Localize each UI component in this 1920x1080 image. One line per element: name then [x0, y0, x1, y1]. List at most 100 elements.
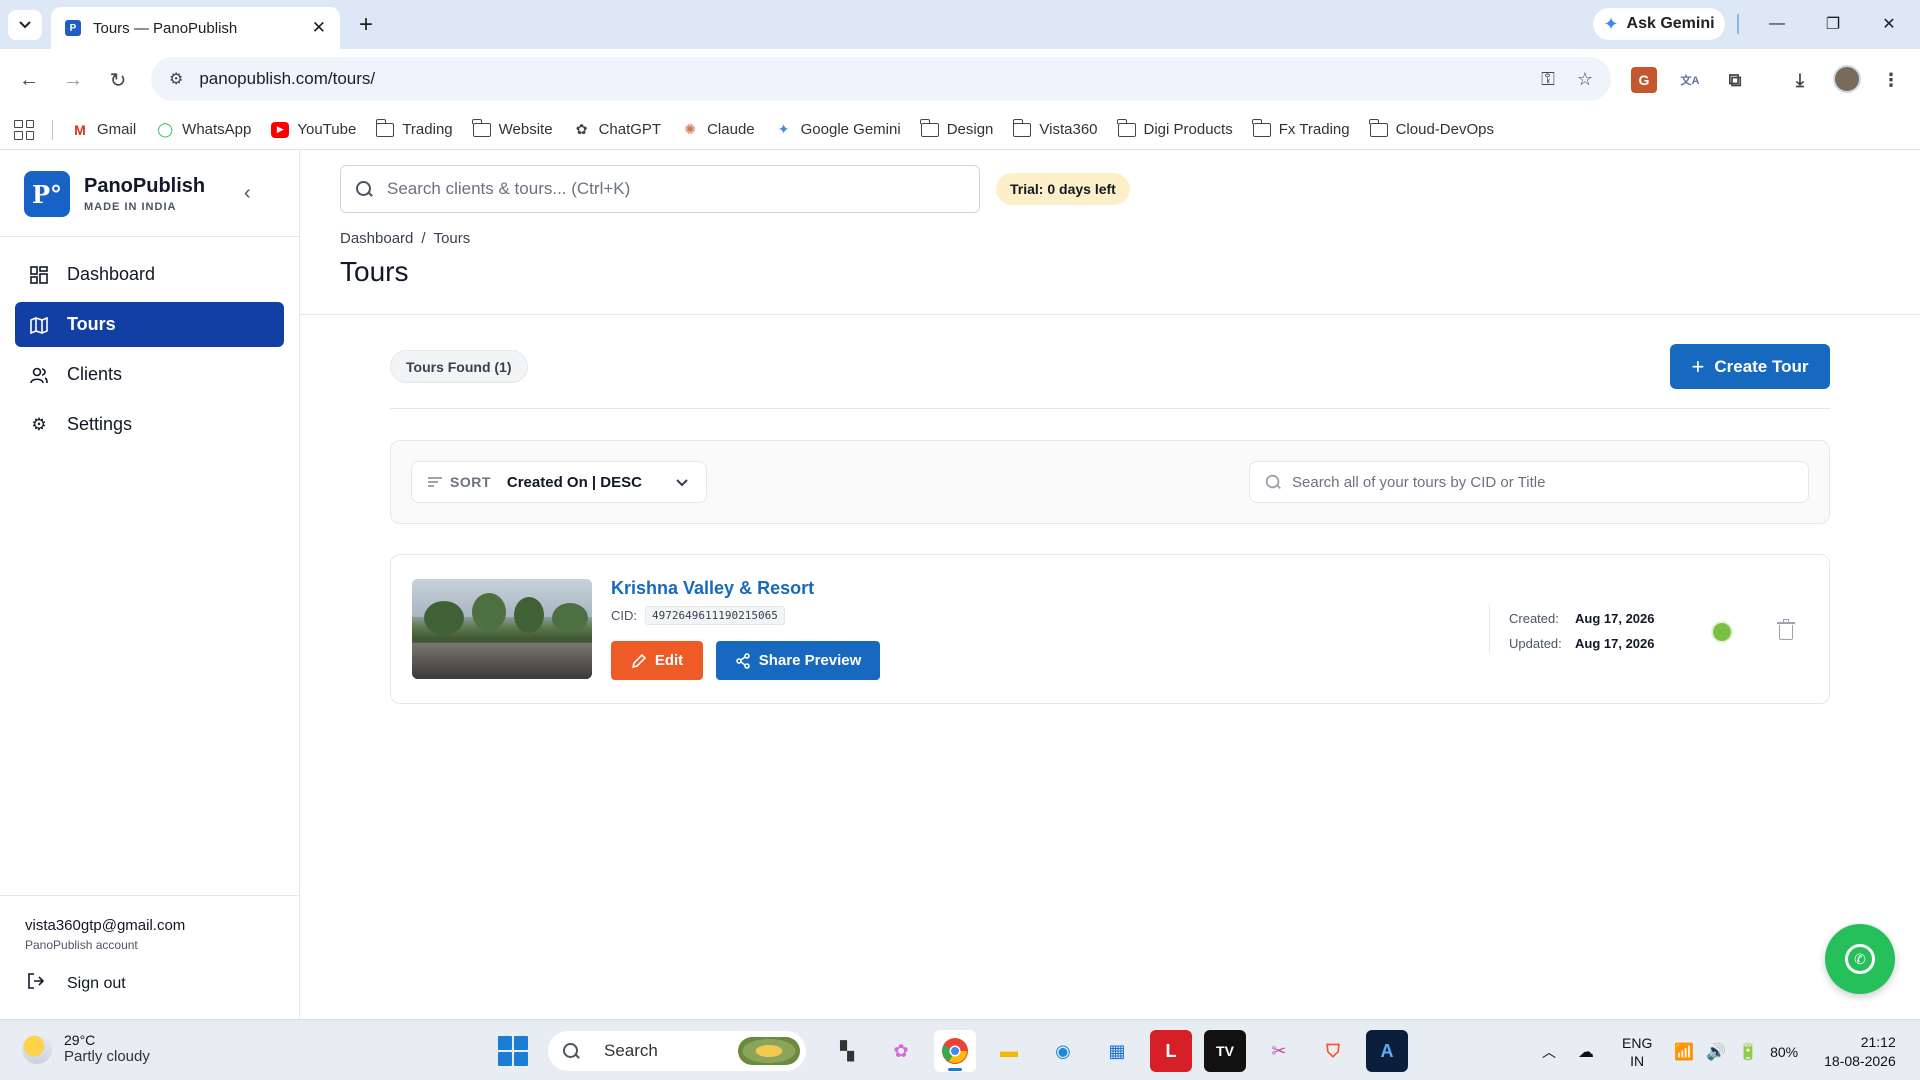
taskbar-search[interactable]: Search — [548, 1031, 806, 1071]
onedrive-status-icon[interactable]: ☁ — [1578, 1042, 1594, 1062]
tray-status[interactable]: 📶 🔊 🔋 80% — [1674, 1042, 1798, 1062]
browser-menu-icon[interactable]: ⋮ — [1878, 67, 1904, 93]
bookmark-folder-trading[interactable]: Trading — [375, 118, 453, 138]
share-preview-label: Share Preview — [758, 652, 862, 669]
app-sidebar: P° PanoPublish MADE IN INDIA ‹ Dashboard… — [0, 150, 300, 1019]
bookmark-folder-cloud-devops[interactable]: Cloud-DevOps — [1368, 118, 1494, 138]
collapse-sidebar-chevron-left-icon[interactable]: ‹ — [244, 182, 251, 205]
tour-title-link[interactable]: Krishna Valley & Resort — [611, 578, 814, 599]
close-window-button[interactable]: ✕ — [1867, 8, 1911, 40]
account-subtitle: PanoPublish account — [25, 938, 138, 952]
bookmark-whatsapp[interactable]: ◯ WhatsApp — [156, 121, 251, 138]
bookmark-folder-digi-products[interactable]: Digi Products — [1116, 118, 1233, 138]
profile-avatar[interactable] — [1833, 65, 1861, 93]
forward-button[interactable]: → — [56, 63, 90, 97]
weather-widget[interactable]: 29°C Partly cloudy — [22, 1032, 150, 1065]
windows-start-icon[interactable] — [498, 1036, 528, 1066]
apps-grid-icon[interactable] — [14, 119, 34, 140]
tour-cid: CID: 4972649611190215065 — [611, 606, 785, 625]
password-key-icon[interactable]: ⚿ — [1541, 69, 1555, 90]
language-indicator[interactable]: ENG IN — [1622, 1034, 1652, 1070]
global-search-input[interactable]: Search clients & tours... (Ctrl+K) — [340, 165, 980, 213]
whatsapp-icon: ✆ — [1845, 944, 1875, 974]
restore-window-button[interactable]: ❐ — [1811, 8, 1855, 40]
sidebar-item-settings[interactable]: ⚙ Settings — [15, 402, 284, 447]
bookmark-label: YouTube — [297, 121, 357, 138]
reload-button[interactable]: ↻ — [101, 63, 135, 97]
bookmark-folder-design[interactable]: Design — [919, 118, 993, 138]
task-view-icon[interactable]: ▚ — [826, 1030, 868, 1072]
speaker-icon: 🔊 — [1706, 1044, 1727, 1061]
grammarly-extension-icon[interactable]: G — [1631, 67, 1657, 93]
bookmarks-divider — [52, 119, 53, 140]
show-hidden-icons-chevron-up-icon[interactable]: ︿ — [1542, 1042, 1556, 1062]
header-divider — [300, 314, 1920, 315]
brand[interactable]: P° PanoPublish MADE IN INDIA — [24, 171, 205, 217]
tour-thumbnail[interactable] — [412, 579, 592, 679]
whatsapp-icon: ◯ — [157, 121, 173, 137]
sort-filter-icon — [428, 477, 442, 487]
bookmark-chatgpt[interactable]: ✿ ChatGPT — [573, 121, 661, 138]
translate-extension-icon[interactable]: 文A — [1677, 67, 1703, 93]
copilot-icon[interactable]: ✿ — [880, 1030, 922, 1072]
back-button[interactable]: ← — [12, 63, 46, 97]
edit-tour-button[interactable]: Edit — [611, 641, 703, 680]
app-a-icon[interactable]: A — [1366, 1030, 1408, 1072]
chevron-down-icon — [676, 475, 688, 490]
tour-search-input[interactable]: Search all of your tours by CID or Title — [1249, 461, 1809, 503]
edge-icon[interactable]: ◉ — [1042, 1030, 1084, 1072]
ask-gemini-button[interactable]: ✦ Ask Gemini — [1593, 8, 1725, 40]
downloads-icon[interactable]: ⤓ — [1787, 67, 1813, 93]
bookmark-claude[interactable]: ✺ Claude — [681, 121, 754, 138]
microsoft-store-icon[interactable]: ▦ — [1096, 1030, 1138, 1072]
breadcrumb-dashboard-link[interactable]: Dashboard — [340, 230, 413, 247]
clock[interactable]: 21:12 18-08-2026 — [1824, 1033, 1896, 1071]
cid-value[interactable]: 4972649611190215065 — [645, 606, 785, 625]
whatsapp-chat-button[interactable]: ✆ — [1825, 924, 1895, 994]
create-tour-button[interactable]: + Create Tour — [1670, 344, 1830, 389]
tab-title: Tours — PanoPublish — [93, 19, 238, 37]
url-text[interactable]: panopublish.com/tours/ — [199, 69, 1519, 89]
snipping-tool-icon[interactable]: ✂ — [1258, 1030, 1300, 1072]
bookmark-label: Fx Trading — [1278, 121, 1350, 138]
sort-dropdown[interactable]: SORT Created On | DESC — [411, 461, 707, 503]
bookmark-google-gemini[interactable]: ✦ Google Gemini — [775, 121, 901, 138]
address-bar[interactable]: ⚙ panopublish.com/tours/ ⚿ ☆ — [151, 57, 1611, 101]
new-tab-button[interactable]: + — [351, 10, 381, 40]
browser-tab-active[interactable]: P Tours — PanoPublish ✕ — [51, 7, 340, 49]
minimize-window-button[interactable]: ― — [1755, 8, 1799, 40]
app-l-icon[interactable]: L — [1150, 1030, 1192, 1072]
bookmarks-bar: M Gmail ◯ WhatsApp ▶ YouTube Trading Websit… — [0, 110, 1920, 150]
bookmark-gmail[interactable]: M Gmail — [71, 121, 136, 138]
extensions-puzzle-icon[interactable]: ⧉ — [1722, 67, 1748, 93]
tour-status-indicator[interactable] — [1711, 621, 1733, 643]
delete-trash-icon[interactable] — [1777, 619, 1795, 641]
sidebar-footer-divider — [0, 895, 299, 896]
bookmark-folder-fx-trading[interactable]: Fx Trading — [1251, 118, 1350, 138]
sign-out-button[interactable]: Sign out — [27, 972, 126, 995]
sidebar-item-clients[interactable]: Clients — [15, 352, 284, 397]
chrome-icon[interactable] — [934, 1030, 976, 1072]
bookmark-folder-vista360[interactable]: Vista360 — [1012, 118, 1098, 138]
share-preview-button[interactable]: Share Preview — [716, 641, 880, 680]
bookmark-folder-website[interactable]: Website — [471, 118, 553, 138]
bookmark-star-icon[interactable]: ☆ — [1577, 69, 1593, 90]
brave-browser-icon[interactable]: ⛉ — [1312, 1030, 1354, 1072]
sidebar-item-tours[interactable]: Tours — [15, 302, 284, 347]
site-info-icon[interactable]: ⚙ — [169, 69, 183, 89]
close-tab-icon[interactable]: ✕ — [312, 18, 326, 38]
tradingview-icon[interactable]: TV — [1204, 1030, 1246, 1072]
wifi-icon: 📶 — [1674, 1044, 1695, 1061]
ask-gemini-label: Ask Gemini — [1626, 15, 1715, 32]
bookmark-youtube[interactable]: ▶ YouTube — [271, 121, 356, 138]
pencil-icon — [631, 653, 646, 668]
sidebar-item-dashboard[interactable]: Dashboard — [15, 252, 284, 297]
folder-icon — [1368, 118, 1388, 137]
gemini-icon: ✦ — [777, 121, 790, 137]
folder-icon — [1251, 118, 1271, 137]
file-explorer-icon[interactable]: ▬ — [988, 1030, 1030, 1072]
tab-search-button[interactable] — [8, 10, 42, 40]
search-icon — [1265, 474, 1281, 490]
clock-time: 21:12 — [1860, 1034, 1896, 1050]
weather-description: Partly cloudy — [64, 1048, 150, 1065]
